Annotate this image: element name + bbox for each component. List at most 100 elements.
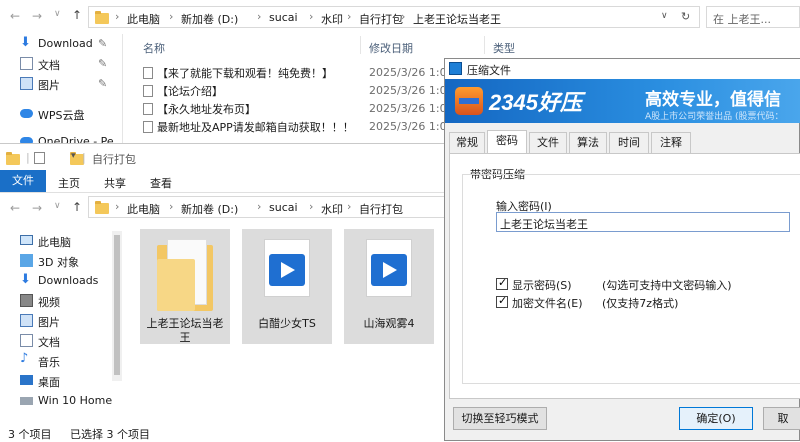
document-icon bbox=[20, 57, 33, 70]
recent-chevron-icon[interactable]: ∨ bbox=[54, 201, 61, 211]
compress-dialog: 压缩文件 2345好压 高效专业，值得信 A股上市公司荣誉出品 (股票代码： 常… bbox=[444, 58, 800, 441]
list-item[interactable]: 【来了就能下载和观看！纯免费！】 bbox=[143, 65, 333, 83]
video-badge bbox=[269, 254, 305, 286]
encrypt-filenames-checkbox[interactable] bbox=[496, 294, 508, 308]
quick-access-dropdown-icon[interactable]: ▾ bbox=[71, 151, 76, 161]
pin-icon: ✎ bbox=[98, 77, 108, 90]
folder-front-shape bbox=[157, 259, 195, 311]
tab-algorithm[interactable]: 算法 bbox=[569, 132, 607, 153]
up-arrow-icon[interactable]: ↑ bbox=[72, 200, 82, 214]
breadcrumb-separator: › bbox=[115, 200, 120, 213]
document-icon bbox=[20, 334, 33, 347]
up-arrow-icon[interactable]: ↑ bbox=[72, 8, 82, 22]
sidebar-item-pictures[interactable]: 图片 bbox=[20, 311, 120, 331]
back-arrow-icon[interactable]: ← bbox=[10, 201, 20, 215]
recent-chevron-icon[interactable]: ∨ bbox=[54, 9, 61, 19]
sidebar-item-drive[interactable]: Win 10 Home bbox=[20, 391, 120, 411]
breadcrumb-separator: › bbox=[347, 200, 352, 213]
sidebar-item-videos[interactable]: 视频 bbox=[20, 291, 120, 311]
tab-comment[interactable]: 注释 bbox=[651, 132, 691, 153]
breadcrumb-item[interactable]: 新加卷 (D:) bbox=[181, 11, 238, 27]
search-placeholder: 在 上老王... bbox=[713, 13, 771, 26]
sidebar-item-documents[interactable]: 文档 ✎ bbox=[20, 54, 120, 74]
breadcrumb-item[interactable]: 新加卷 (D:) bbox=[181, 201, 238, 217]
tab-time[interactable]: 时间 bbox=[609, 132, 649, 153]
breadcrumb-item[interactable]: 水印 bbox=[321, 11, 343, 27]
show-password-checkbox[interactable] bbox=[496, 276, 508, 290]
refresh-icon[interactable]: ↻ bbox=[681, 10, 690, 23]
breadcrumb-item[interactable]: 自行打包 bbox=[359, 201, 403, 217]
properties-icon[interactable] bbox=[34, 152, 45, 164]
folder-icon bbox=[6, 152, 20, 165]
breadcrumb-item[interactable]: 此电脑 bbox=[127, 11, 160, 27]
tile-folder[interactable]: 上老王论坛当老王 bbox=[140, 229, 230, 344]
sidebar-scrollbar[interactable] bbox=[122, 34, 123, 144]
breadcrumb-separator: › bbox=[169, 10, 174, 23]
tile-video[interactable]: 白醋少女TS bbox=[242, 229, 332, 344]
ribbon-tab-file[interactable]: 文件 bbox=[0, 170, 46, 192]
tab-label: 常规 bbox=[456, 136, 478, 149]
address-dropdown-icon[interactable]: ∨ bbox=[661, 11, 668, 21]
tile-video[interactable]: 山海观雾4 bbox=[344, 229, 434, 344]
breadcrumb-item[interactable]: 此电脑 bbox=[127, 201, 160, 217]
password-tab-panel: 带密码压缩 输入密码(I) 上老王论坛当老王 显示密码(S) (勾选可支持中文密… bbox=[449, 153, 800, 399]
breadcrumb-item[interactable]: sucai bbox=[269, 11, 298, 24]
sidebar-item-downloads[interactable]: ⬇ Downloads bbox=[20, 271, 120, 291]
encrypt-filenames-label[interactable]: 加密文件名(E) bbox=[512, 295, 583, 311]
ok-button[interactable]: 确定(O) bbox=[679, 407, 753, 430]
breadcrumb-item[interactable]: 水印 bbox=[321, 201, 343, 217]
cancel-button[interactable]: 取 bbox=[763, 407, 800, 430]
cloud-icon bbox=[20, 109, 33, 118]
ribbon-tab-home[interactable]: 主页 bbox=[58, 175, 80, 191]
sidebar-item-music[interactable]: ♪ 音乐 bbox=[20, 351, 120, 371]
simple-mode-button[interactable]: 切换至轻巧模式 bbox=[453, 407, 547, 430]
sidebar-item-desktop[interactable]: 桌面 bbox=[20, 371, 120, 391]
breadcrumb-item[interactable]: sucai bbox=[269, 201, 298, 214]
forward-arrow-icon[interactable]: → bbox=[32, 9, 42, 23]
file-name: 【论坛介绍】 bbox=[157, 85, 223, 98]
sidebar-scrollbar[interactable] bbox=[112, 231, 122, 381]
pin-icon: ✎ bbox=[98, 37, 108, 50]
show-password-label[interactable]: 显示密码(S) bbox=[512, 277, 572, 293]
play-icon bbox=[383, 262, 397, 278]
breadcrumb-separator: › bbox=[309, 200, 314, 213]
sidebar-item-3d-objects[interactable]: 3D 对象 bbox=[20, 251, 120, 271]
file-date: 2025/3/26 1:08 bbox=[369, 120, 454, 133]
list-item[interactable]: 【论坛介绍】 bbox=[143, 83, 223, 101]
ribbon-tab-view[interactable]: 查看 bbox=[150, 175, 172, 191]
sidebar-item-pictures[interactable]: 图片 ✎ bbox=[20, 74, 120, 94]
tab-password[interactable]: 密码 bbox=[487, 130, 527, 154]
sidebar-item-label: 图片 bbox=[38, 316, 60, 329]
dialog-title-bar[interactable]: 压缩文件 bbox=[445, 59, 800, 79]
drive-icon bbox=[20, 397, 33, 405]
tab-files[interactable]: 文件 bbox=[529, 132, 567, 153]
password-input[interactable]: 上老王论坛当老王 bbox=[496, 212, 790, 232]
sidebar-item-this-pc[interactable]: 此电脑 bbox=[20, 231, 120, 251]
ribbon-tab-label: 文件 bbox=[12, 174, 34, 187]
tab-general[interactable]: 常规 bbox=[449, 132, 485, 153]
folder-icon bbox=[157, 239, 213, 311]
sidebar-item-download[interactable]: ⬇ Download ✎ bbox=[20, 34, 120, 54]
video-badge bbox=[371, 254, 407, 286]
forward-arrow-icon[interactable]: → bbox=[32, 201, 42, 215]
search-box[interactable]: 在 上老王... bbox=[706, 6, 800, 28]
ribbon-tab-share[interactable]: 共享 bbox=[104, 175, 126, 191]
tile-label: 上老王论坛当老王 bbox=[146, 317, 224, 344]
breadcrumb-separator: › bbox=[309, 10, 314, 23]
video-file-icon bbox=[264, 239, 310, 297]
breadcrumb-item[interactable]: 上老王论坛当老王 bbox=[413, 11, 501, 27]
column-header-name[interactable]: 名称 bbox=[143, 40, 165, 56]
pin-icon: ✎ bbox=[98, 57, 108, 70]
address-bar[interactable]: › 此电脑 › 新加卷 (D:) › sucai › 水印 › 自行打包 › 上… bbox=[88, 6, 700, 28]
file-date: 2025/3/26 1:08 bbox=[369, 84, 454, 97]
list-item[interactable]: 最新地址及APP请发邮箱自动获取！！！ bbox=[143, 119, 354, 137]
scrollbar-thumb[interactable] bbox=[114, 235, 120, 375]
column-header-type[interactable]: 类型 bbox=[493, 40, 515, 56]
back-arrow-icon[interactable]: ← bbox=[10, 9, 20, 23]
address-bar[interactable]: › 此电脑 › 新加卷 (D:) › sucai › 水印 › 自行打包 bbox=[88, 196, 446, 218]
breadcrumb-item[interactable]: 自行打包 bbox=[359, 11, 403, 27]
column-header-date[interactable]: 修改日期 bbox=[369, 40, 413, 56]
sidebar-item-documents[interactable]: 文档 bbox=[20, 331, 120, 351]
sidebar-item-wps-cloud[interactable]: WPS云盘 bbox=[20, 104, 120, 124]
list-item[interactable]: 【永久地址发布页】 bbox=[143, 101, 256, 119]
